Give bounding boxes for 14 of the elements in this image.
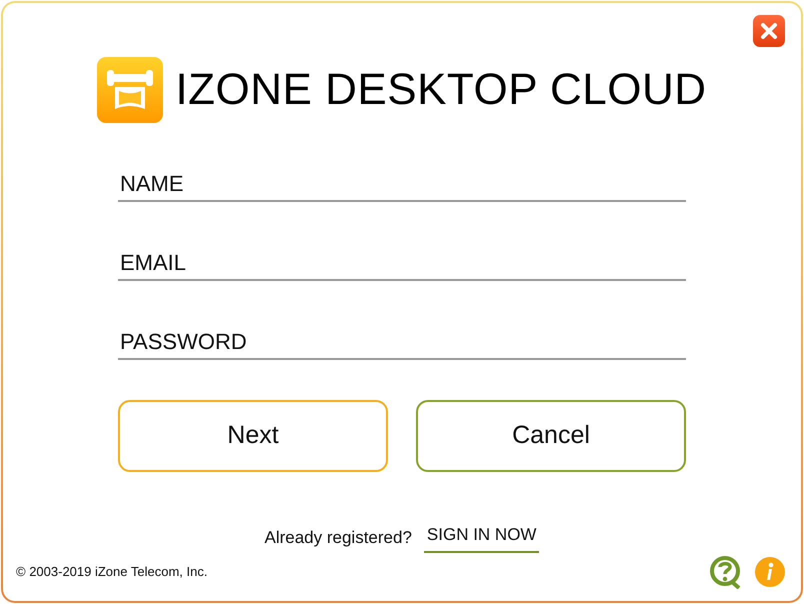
app-logo-icon: [97, 57, 164, 123]
info-icon[interactable]: [755, 556, 785, 586]
sign-in-link[interactable]: SIGN IN NOW: [424, 522, 540, 552]
next-button[interactable]: Next: [118, 400, 388, 472]
close-icon: [760, 22, 778, 40]
input-field[interactable]: PASSWORD: [118, 325, 686, 360]
input-field[interactable]: EMAIL: [118, 246, 686, 281]
cancel-button[interactable]: Cancel: [416, 400, 686, 472]
help-icon[interactable]: [709, 554, 743, 588]
copyright-text: © 2003-2019 iZone Telecom, Inc.: [16, 562, 208, 581]
signin-prompt: Already registered?: [264, 526, 412, 548]
input-field[interactable]: NAME: [118, 167, 686, 202]
app-title: IZONE DESKTOP CLOUD: [175, 64, 707, 116]
close-button[interactable]: [753, 15, 785, 47]
